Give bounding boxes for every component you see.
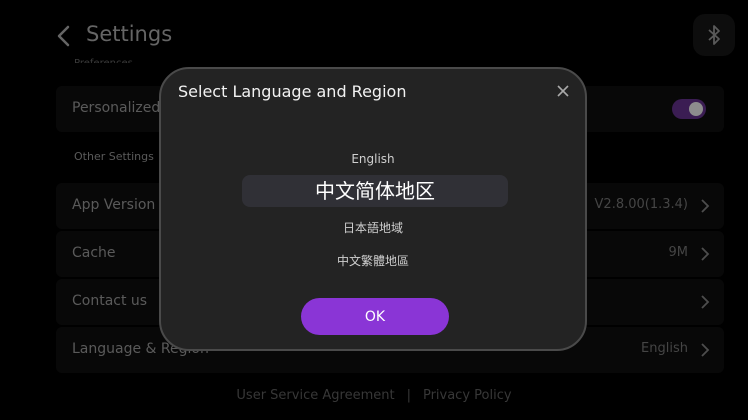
language-option-japanese[interactable]: 日本語地域 bbox=[161, 219, 585, 236]
language-option-english[interactable]: English bbox=[161, 152, 585, 166]
dialog-title: Select Language and Region bbox=[178, 82, 407, 101]
language-option-selected[interactable]: 中文简体地区 bbox=[242, 175, 508, 207]
language-region-dialog: Select Language and Region English 中文简体地… bbox=[159, 67, 587, 351]
ok-button[interactable]: OK bbox=[301, 298, 449, 335]
language-option-traditional-chinese[interactable]: 中文繁體地區 bbox=[161, 252, 585, 269]
close-icon[interactable] bbox=[555, 83, 571, 99]
